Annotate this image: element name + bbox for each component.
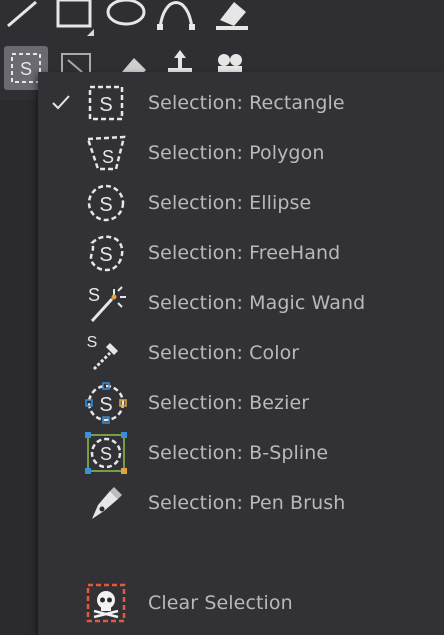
ellipse-tool-icon[interactable] <box>104 0 148 38</box>
svg-text:S: S <box>100 444 112 464</box>
menu-item-label: Selection: FreeHand <box>148 242 341 264</box>
menu-item-label: Selection: Ellipse <box>148 192 312 214</box>
svg-text:S: S <box>20 59 32 79</box>
svg-text:S: S <box>102 147 114 167</box>
clear-selection-skull-icon <box>82 579 130 627</box>
svg-text:S: S <box>99 194 112 216</box>
menu-item-label: Selection: B-Spline <box>148 442 329 464</box>
selection-ellipse-icon: S <box>82 179 130 227</box>
bezier-tool-icon[interactable] <box>154 0 198 38</box>
menu-item-label: Selection: Pen Brush <box>148 492 346 514</box>
menu-item-label: Selection: Rectangle <box>148 92 345 114</box>
svg-text:S: S <box>99 244 112 266</box>
menu-item-selection-rectangle[interactable]: S Selection: Rectangle <box>38 78 444 128</box>
menu-item-label: Selection: Magic Wand <box>148 292 366 314</box>
svg-text:S: S <box>99 94 112 116</box>
color-picker-icon: S <box>82 329 130 377</box>
menu-item-clear-selection[interactable]: Clear Selection <box>38 578 444 628</box>
menu-item-selection-color[interactable]: S Selection: Color <box>38 328 444 378</box>
rectangle-tool-icon[interactable] <box>52 0 96 38</box>
selection-rectangle-icon: S <box>82 79 130 127</box>
menu-item-selection-polygon[interactable]: S Selection: Polygon <box>38 128 444 178</box>
eraser-tool-icon[interactable] <box>210 0 254 38</box>
svg-text:S: S <box>99 394 112 416</box>
clear-selection-label: Clear Selection <box>148 592 293 614</box>
magic-wand-icon: S <box>82 279 130 327</box>
pen-brush-icon <box>82 479 130 527</box>
menu-item-label: Selection: Polygon <box>148 142 325 164</box>
menu-item-selection-freehand[interactable]: S Selection: FreeHand <box>38 228 444 278</box>
svg-text:S: S <box>87 334 98 351</box>
menu-item-selection-bezier[interactable]: S Selection: Bezier <box>38 378 444 428</box>
line-tool-icon[interactable] <box>0 0 44 38</box>
selection-bezier-icon: S <box>82 379 130 427</box>
menu-item-selection-bspline[interactable]: S Selection: B-Spline <box>38 428 444 478</box>
selection-tool-menu: S Selection: Rectangle S Selection: Poly… <box>38 72 444 635</box>
menu-item-selection-ellipse[interactable]: S Selection: Ellipse <box>38 178 444 228</box>
selection-freehand-icon: S <box>82 229 130 277</box>
menu-item-selection-pen-brush[interactable]: Selection: Pen Brush <box>38 478 444 528</box>
checkmark-icon <box>52 95 70 110</box>
selection-bspline-icon: S <box>82 429 130 477</box>
menu-item-selection-magic-wand[interactable]: S Selection: Magic Wand <box>38 278 444 328</box>
menu-item-label: Selection: Color <box>148 342 300 364</box>
menu-item-label: Selection: Bezier <box>148 392 310 414</box>
svg-text:S: S <box>88 285 100 305</box>
selection-polygon-icon: S <box>82 129 130 177</box>
